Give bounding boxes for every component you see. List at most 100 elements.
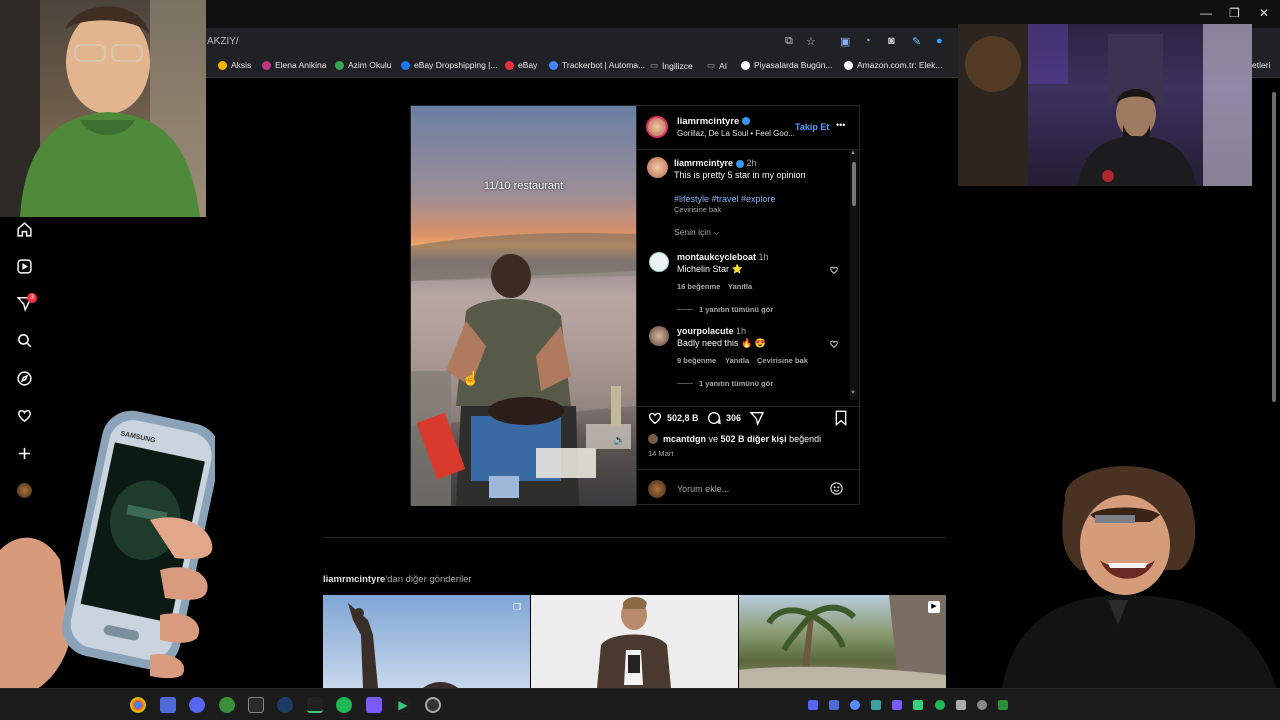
post-date: 14 Mart (648, 449, 674, 458)
bookmark-item[interactable]: Trackerbot | Automa... (549, 60, 645, 70)
bookmark-item[interactable]: Aksis (218, 60, 251, 70)
caption-translate-link[interactable]: Çevirisine bak (674, 205, 721, 214)
comment-reply-button[interactable]: Yanıtla (725, 356, 749, 365)
chrome-taskbar-icon[interactable] (130, 697, 146, 713)
install-app-icon[interactable]: ⧉ (785, 35, 793, 48)
author-avatar[interactable] (646, 116, 668, 138)
bookmark-folder[interactable]: ▭ İngilizce (650, 60, 693, 71)
like-count[interactable]: 502,8 B (667, 413, 699, 423)
music-label[interactable]: Gorillaz, De La Soul • Feel Goo... (677, 129, 795, 138)
comment-reply-button[interactable]: Yanıtla (728, 282, 752, 291)
liked-by-text: mcantdgn ve 502 B diğer kişi beğendi (663, 434, 822, 444)
explore-icon[interactable] (14, 368, 34, 388)
notification-badge: 3 (27, 293, 37, 303)
bookmark-star-icon[interactable]: ☆ (806, 35, 816, 48)
extension-icon-3[interactable]: ● (936, 35, 943, 47)
like-heart-icon[interactable] (647, 410, 663, 426)
comment-likes[interactable]: 9 beğenme (677, 356, 716, 365)
audio-extension-icon[interactable]: ◔ (864, 35, 871, 47)
comments-scrollbar-thumb[interactable] (852, 162, 856, 206)
tray-discord-icon[interactable] (808, 700, 818, 710)
share-send-icon[interactable] (749, 410, 765, 426)
bookmark-item[interactable]: Elena Anikina (262, 60, 327, 70)
home-icon[interactable] (14, 219, 34, 239)
caption-avatar[interactable] (647, 157, 668, 178)
replies-divider (677, 309, 693, 310)
tray-app-icon-7[interactable] (998, 700, 1008, 710)
verified-badge-icon (736, 159, 745, 168)
translate-extension-icon[interactable]: ▣ (840, 35, 850, 48)
tray-app-icon-6[interactable] (977, 700, 987, 710)
bookmark-item[interactable]: Azim Okulu (335, 60, 391, 70)
tray-app-icon[interactable] (829, 700, 839, 710)
emoji-icon[interactable] (829, 481, 844, 496)
more-options-icon[interactable]: ••• (836, 120, 845, 130)
tray-app-icon-4[interactable] (913, 700, 923, 710)
minimize-button[interactable]: — (1200, 6, 1212, 20)
bookmark-item[interactable]: Amazon.com.tr: Elek... (844, 60, 943, 70)
comment-like-heart-icon[interactable] (829, 265, 839, 275)
view-replies-link[interactable]: 1 yanıtın tümünü gör (699, 379, 773, 388)
bookmark-item[interactable]: eBay (505, 60, 537, 70)
search-icon[interactable] (14, 330, 34, 350)
terminal-taskbar-icon[interactable] (307, 697, 323, 713)
tray-app-icon-3[interactable] (892, 700, 902, 710)
post-thumbnail[interactable]: ▶ (739, 595, 946, 688)
for-you-dropdown[interactable]: Senin için ⌵ (674, 227, 720, 238)
bookmark-item[interactable]: eBay Dropshipping |... (401, 60, 497, 70)
tray-spotify-icon[interactable] (935, 700, 945, 710)
liker-avatar[interactable] (648, 434, 658, 444)
comment-like-heart-icon[interactable] (829, 339, 839, 349)
follow-button[interactable]: Takip Et (795, 122, 829, 132)
bookmark-folder[interactable]: ▭ AI (707, 60, 727, 71)
maximize-button[interactable]: ❐ (1229, 6, 1240, 20)
bookmark-item[interactable]: Piyasalarda Bugün... (741, 60, 832, 70)
comment-bubble-icon[interactable] (706, 410, 722, 426)
view-replies-link[interactable]: 1 yanıtın tümünü gör (699, 305, 773, 314)
app-taskbar-icon[interactable] (160, 697, 176, 713)
play-taskbar-icon[interactable]: ▶ (395, 697, 411, 713)
comment-translate-link[interactable]: Çevirisine bak (757, 356, 808, 365)
caption-hashtags[interactable]: #lifestyle #travel #explore (674, 194, 776, 204)
scroll-down-arrow-icon[interactable]: ▼ (850, 390, 856, 396)
extension-icon[interactable]: ◙ (888, 35, 895, 47)
save-bookmark-icon[interactable] (834, 410, 848, 426)
reels-icon[interactable] (14, 256, 34, 276)
webcam-person (0, 0, 206, 217)
post-thumbnail[interactable]: ❐ (323, 595, 530, 688)
post-video[interactable]: 11/10 restaurant ☝ 🔈 (411, 106, 636, 506)
comment-likes[interactable]: 16 beğenme (677, 282, 720, 291)
author-username[interactable]: liamrmcintyre (677, 116, 751, 127)
close-window-button[interactable]: ✕ (1259, 6, 1269, 20)
scroll-up-arrow-icon[interactable]: ▲ (850, 150, 856, 156)
bookmark-favicon-icon (741, 60, 750, 70)
webcam-person (958, 24, 1252, 186)
comment-text: Michelin Star ⭐ (677, 264, 743, 274)
extension-icon-2[interactable]: ✎ (912, 35, 921, 48)
folder-icon: ▭ (650, 60, 659, 70)
spotify-taskbar-icon[interactable] (336, 697, 352, 713)
tray-app-icon-5[interactable] (956, 700, 966, 710)
scrollbar-thumb[interactable] (1272, 92, 1276, 402)
epic-games-taskbar-icon[interactable] (248, 697, 264, 713)
verified-badge-icon (742, 117, 751, 126)
mute-icon[interactable]: 🔈 (613, 435, 625, 446)
discord-taskbar-icon[interactable] (189, 697, 205, 713)
post-actions: 502,8 B 306 mcantdgn ve 502 B diğer kişi… (637, 406, 861, 504)
comment-input[interactable]: Yorum ekle... (677, 484, 729, 494)
xbox-taskbar-icon[interactable] (219, 697, 235, 713)
tray-bluetooth-icon[interactable] (850, 700, 860, 710)
reel-play-icon: ▶ (928, 601, 940, 613)
steam-taskbar-icon[interactable] (277, 697, 293, 713)
more-posts-title: liamrmcintyre'dan diğer gönderiler (323, 574, 472, 585)
bookmark-item[interactable]: etleri (1252, 60, 1270, 70)
comment-avatar[interactable] (649, 326, 669, 346)
app-taskbar-icon-2[interactable] (366, 697, 382, 713)
tray-app-icon-2[interactable] (871, 700, 881, 710)
post-thumbnail[interactable] (531, 595, 738, 688)
comment-avatar[interactable] (649, 252, 669, 272)
comment-header: montaukcycleboat 1h (677, 252, 769, 262)
obs-taskbar-icon[interactable] (425, 697, 441, 713)
url-text[interactable]: AKZIY/ (207, 36, 239, 47)
video-scene (411, 233, 636, 506)
